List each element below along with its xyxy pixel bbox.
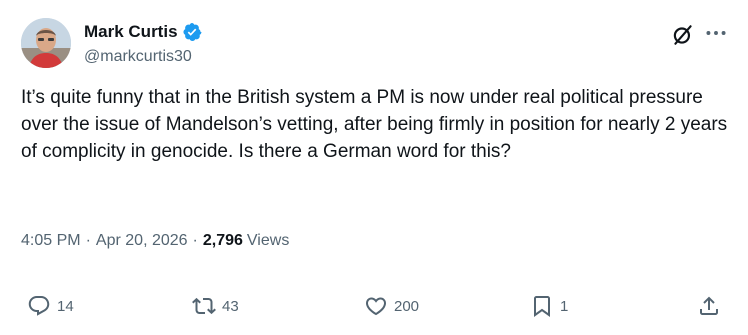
author-display-name[interactable]: Mark Curtis <box>84 22 178 42</box>
share-button[interactable] <box>697 286 721 326</box>
repost-icon <box>192 297 216 315</box>
bookmark-button[interactable]: 1 <box>530 286 568 326</box>
avatar[interactable] <box>21 18 71 68</box>
reply-count: 14 <box>57 297 74 315</box>
post-date[interactable]: Apr 20, 2026 <box>96 232 188 250</box>
post-time[interactable]: 4:05 PM <box>21 232 81 250</box>
post-text: It’s quite funny that in the British sys… <box>21 87 728 162</box>
post-meta: 4:05 PM · Apr 20, 2026 · 2,796 Views <box>21 232 289 250</box>
more-icon[interactable] <box>703 20 729 46</box>
author-name-row: Mark Curtis <box>84 22 202 42</box>
like-button[interactable]: 200 <box>364 286 419 326</box>
reply-icon <box>28 296 50 316</box>
author-handle[interactable]: @markcurtis30 <box>84 48 192 66</box>
repost-count: 43 <box>222 297 239 315</box>
reply-button[interactable]: 14 <box>27 286 74 326</box>
bookmark-icon <box>534 296 550 317</box>
meta-separator: · <box>192 232 198 249</box>
views-label: Views <box>246 232 290 249</box>
views-count: 2,796 <box>202 232 243 249</box>
share-icon <box>700 296 718 315</box>
like-icon <box>365 297 387 316</box>
post: Mark Curtis @markcurtis30 It’s quite fun… <box>0 0 748 335</box>
grok-icon[interactable] <box>670 22 696 48</box>
meta-separator: · <box>85 232 91 249</box>
action-bar: 14 43 200 1 <box>0 286 748 326</box>
verified-badge-icon[interactable] <box>182 22 202 42</box>
repost-button[interactable]: 43 <box>192 286 239 326</box>
like-count: 200 <box>394 297 420 315</box>
bookmark-count: 1 <box>560 297 569 315</box>
